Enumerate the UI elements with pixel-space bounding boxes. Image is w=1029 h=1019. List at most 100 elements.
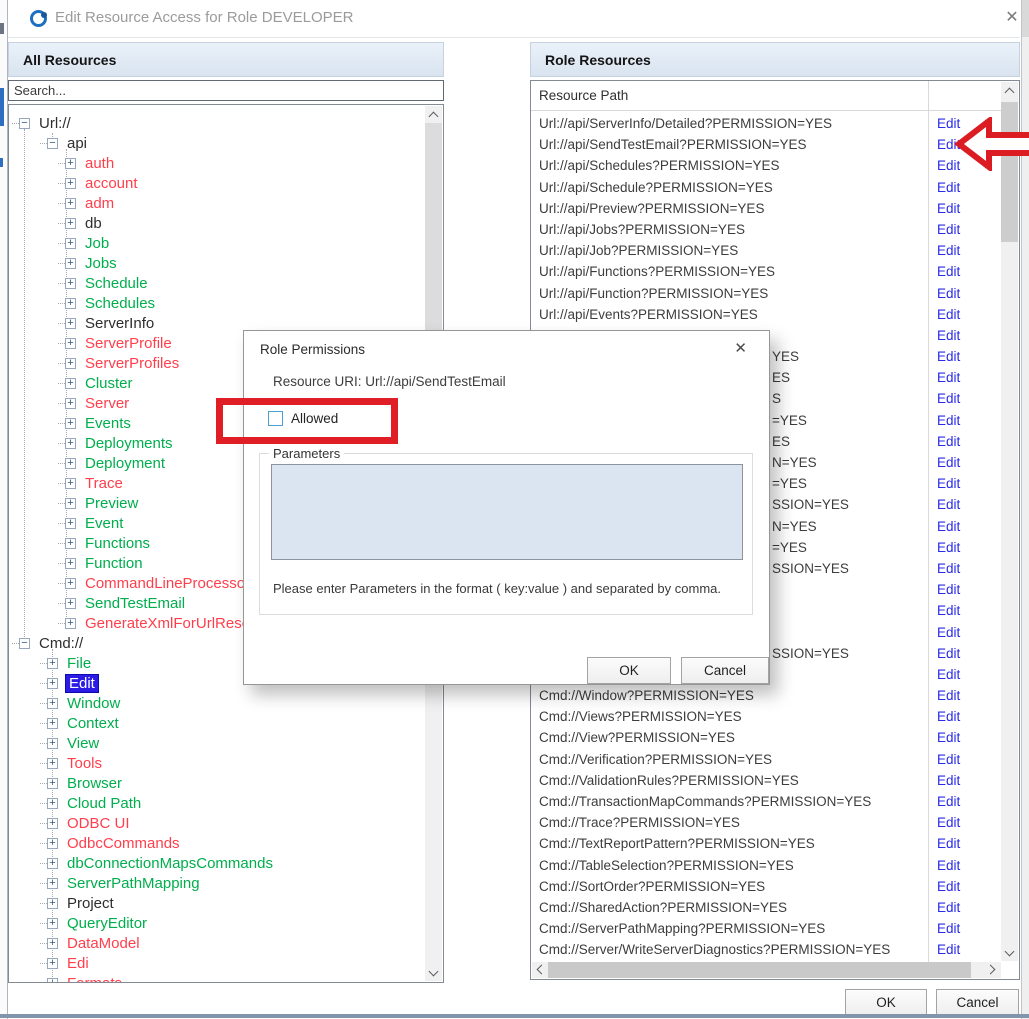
tree-expander-icon[interactable]: + bbox=[47, 738, 58, 749]
edit-link[interactable]: Edit bbox=[937, 180, 960, 195]
tree-expander-icon[interactable]: + bbox=[65, 178, 76, 189]
tree-expander-icon[interactable]: + bbox=[47, 678, 58, 689]
tree-item[interactable]: + Context bbox=[9, 713, 425, 733]
tree-expander-icon[interactable]: + bbox=[65, 358, 76, 369]
tree-expander-icon[interactable]: + bbox=[47, 878, 58, 889]
tree-item[interactable]: + adm bbox=[9, 193, 425, 213]
tree-expander-icon[interactable]: + bbox=[47, 778, 58, 789]
tree-item[interactable]: + Project bbox=[9, 893, 425, 913]
edit-link[interactable]: Edit bbox=[937, 646, 960, 661]
tree-item[interactable]: + ODBC UI bbox=[9, 813, 425, 833]
search-input[interactable] bbox=[8, 80, 444, 101]
edit-link[interactable]: Edit bbox=[937, 413, 960, 428]
edit-link[interactable]: Edit bbox=[937, 561, 960, 576]
edit-link[interactable]: Edit bbox=[937, 773, 960, 788]
edit-link[interactable]: Edit bbox=[937, 540, 960, 555]
tree-item[interactable]: + auth bbox=[9, 153, 425, 173]
edit-link[interactable]: Edit bbox=[937, 921, 960, 936]
tree-expander-icon[interactable]: + bbox=[47, 978, 58, 984]
tree-expander-icon[interactable]: + bbox=[65, 458, 76, 469]
tree-expander-icon[interactable]: + bbox=[65, 518, 76, 529]
tree-expander-icon[interactable]: + bbox=[47, 818, 58, 829]
tree-expander-icon[interactable]: − bbox=[19, 638, 30, 649]
tree-expander-icon[interactable]: + bbox=[65, 478, 76, 489]
edit-link[interactable]: Edit bbox=[937, 370, 960, 385]
tree-expander-icon[interactable]: + bbox=[65, 238, 76, 249]
tree-expander-icon[interactable]: + bbox=[47, 918, 58, 929]
tree-item[interactable]: + Schedules bbox=[9, 293, 425, 313]
modal-cancel-button[interactable]: Cancel bbox=[681, 657, 769, 684]
scroll-down-button[interactable] bbox=[425, 964, 442, 981]
list-horizontal-scrollbar[interactable] bbox=[532, 962, 1001, 978]
edit-link[interactable]: Edit bbox=[937, 900, 960, 915]
tree-expander-icon[interactable]: + bbox=[65, 418, 76, 429]
tree-expander-icon[interactable]: + bbox=[47, 858, 58, 869]
modal-close-icon[interactable]: ✕ bbox=[734, 339, 747, 357]
tree-expander-icon[interactable]: + bbox=[65, 398, 76, 409]
tree-item[interactable]: + Window bbox=[9, 693, 425, 713]
edit-link[interactable]: Edit bbox=[937, 625, 960, 640]
tree-expander-icon[interactable]: + bbox=[47, 838, 58, 849]
tree-item[interactable]: + Browser bbox=[9, 773, 425, 793]
tree-expander-icon[interactable]: + bbox=[47, 758, 58, 769]
tree-expander-icon[interactable]: + bbox=[65, 498, 76, 509]
scrollbar-thumb[interactable] bbox=[548, 962, 971, 978]
tree-item[interactable]: + Jobs bbox=[9, 253, 425, 273]
edit-link[interactable]: Edit bbox=[937, 349, 960, 364]
edit-link[interactable]: Edit bbox=[937, 752, 960, 767]
tree-item[interactable]: − api bbox=[9, 133, 425, 153]
scroll-up-button[interactable] bbox=[1001, 82, 1018, 99]
tree-item[interactable]: + Schedule bbox=[9, 273, 425, 293]
list-vertical-scrollbar[interactable] bbox=[1001, 82, 1018, 961]
tree-item[interactable]: + OdbcCommands bbox=[9, 833, 425, 853]
tree-item[interactable]: + ServerPathMapping bbox=[9, 873, 425, 893]
edit-link[interactable]: Edit bbox=[937, 836, 960, 851]
scroll-down-button[interactable] bbox=[1001, 944, 1018, 961]
tree-item[interactable]: + Cloud Path bbox=[9, 793, 425, 813]
scrollbar-thumb[interactable] bbox=[425, 123, 442, 343]
edit-link[interactable]: Edit bbox=[937, 942, 960, 957]
tree-expander-icon[interactable]: + bbox=[65, 578, 76, 589]
tree-item[interactable]: + Formats bbox=[9, 973, 425, 983]
edit-link[interactable]: Edit bbox=[937, 794, 960, 809]
edit-link[interactable]: Edit bbox=[937, 264, 960, 279]
scroll-up-button[interactable] bbox=[425, 106, 442, 123]
tree-expander-icon[interactable]: + bbox=[65, 618, 76, 629]
tree-expander-icon[interactable]: + bbox=[47, 898, 58, 909]
edit-link[interactable]: Edit bbox=[937, 434, 960, 449]
tree-item[interactable]: + DataModel bbox=[9, 933, 425, 953]
scroll-right-button[interactable] bbox=[984, 962, 1001, 978]
tree-item[interactable]: + Tools bbox=[9, 753, 425, 773]
ok-button[interactable]: OK bbox=[845, 989, 927, 1016]
tree-expander-icon[interactable]: + bbox=[65, 278, 76, 289]
edit-link[interactable]: Edit bbox=[937, 730, 960, 745]
edit-link[interactable]: Edit bbox=[937, 709, 960, 724]
tree-expander-icon[interactable]: − bbox=[19, 118, 30, 129]
tree-item[interactable]: + Edi bbox=[9, 953, 425, 973]
edit-link[interactable]: Edit bbox=[937, 222, 960, 237]
edit-link[interactable]: Edit bbox=[937, 243, 960, 258]
edit-link[interactable]: Edit bbox=[937, 582, 960, 597]
edit-link[interactable]: Edit bbox=[937, 497, 960, 512]
tree-expander-icon[interactable]: + bbox=[65, 218, 76, 229]
tree-item[interactable]: + dbConnectionMapsCommands bbox=[9, 853, 425, 873]
tree-expander-icon[interactable]: + bbox=[65, 438, 76, 449]
tree-expander-icon[interactable]: + bbox=[47, 718, 58, 729]
tree-expander-icon[interactable]: + bbox=[65, 298, 76, 309]
tree-item[interactable]: − Url:// bbox=[9, 113, 425, 133]
tree-expander-icon[interactable]: + bbox=[65, 558, 76, 569]
edit-link[interactable]: Edit bbox=[937, 286, 960, 301]
edit-link[interactable]: Edit bbox=[937, 201, 960, 216]
tree-item[interactable]: + View bbox=[9, 733, 425, 753]
edit-link[interactable]: Edit bbox=[937, 391, 960, 406]
cancel-button[interactable]: Cancel bbox=[936, 989, 1019, 1016]
tree-item[interactable]: + QueryEditor bbox=[9, 913, 425, 933]
edit-link[interactable]: Edit bbox=[937, 858, 960, 873]
edit-link[interactable]: Edit bbox=[937, 688, 960, 703]
edit-link[interactable]: Edit bbox=[937, 328, 960, 343]
tree-expander-icon[interactable]: + bbox=[65, 258, 76, 269]
edit-link[interactable]: Edit bbox=[937, 455, 960, 470]
tree-expander-icon[interactable]: + bbox=[47, 698, 58, 709]
tree-expander-icon[interactable]: + bbox=[65, 318, 76, 329]
tree-expander-icon[interactable]: + bbox=[47, 658, 58, 669]
